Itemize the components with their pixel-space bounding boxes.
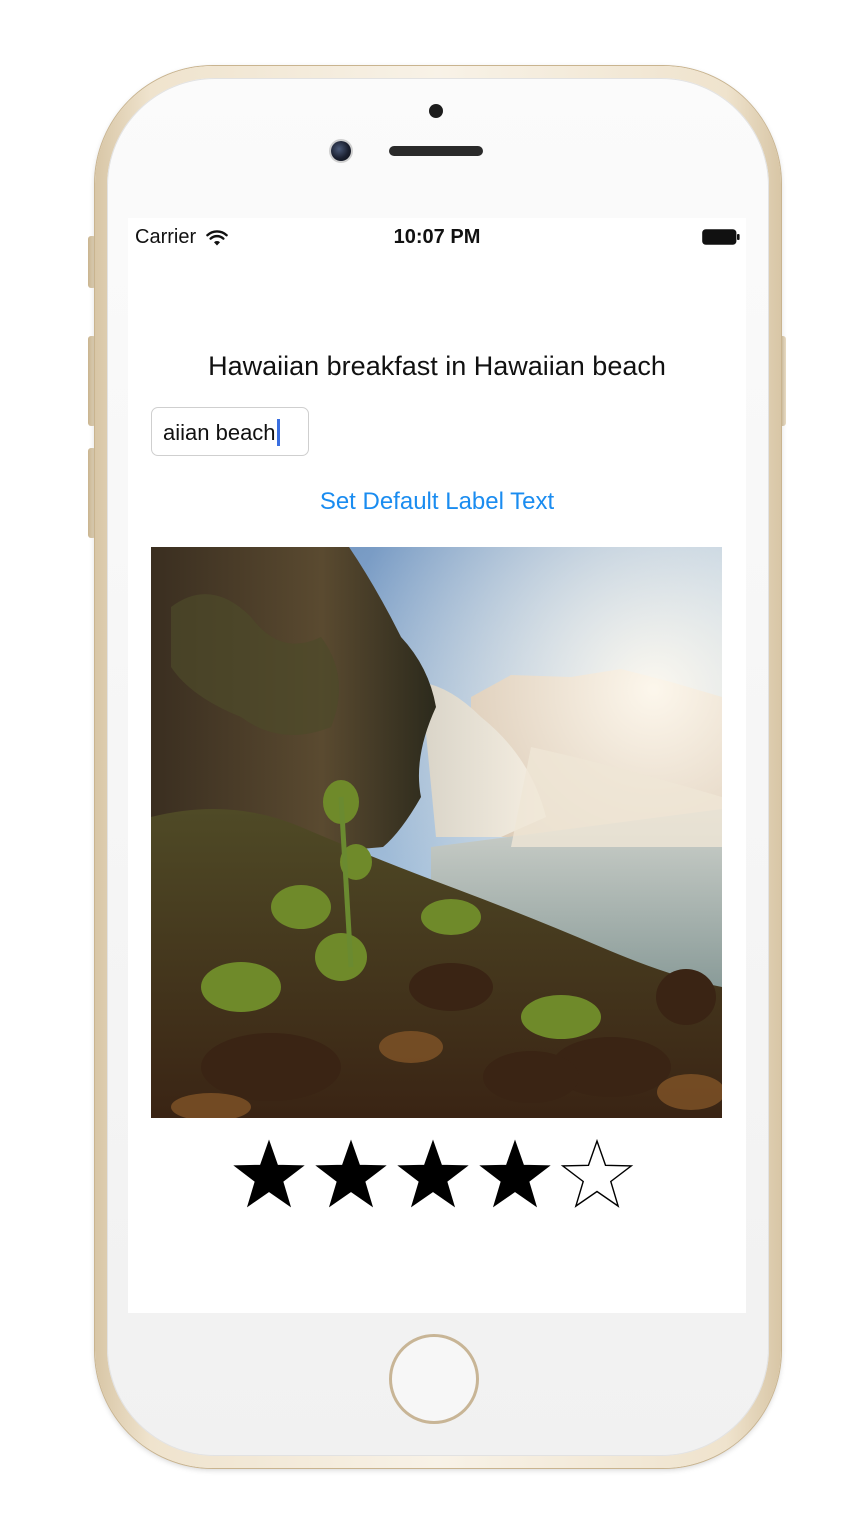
- waterfall-photo: [151, 547, 722, 1118]
- waterfall-photo-image: [151, 547, 722, 1118]
- star-filled-icon[interactable]: [396, 1138, 470, 1212]
- app-screen: Carrier 10:07 PM Hawaiian breakfast in H…: [128, 218, 746, 1313]
- title-label: Hawaiian breakfast in Hawaiian beach: [208, 351, 666, 381]
- star-empty-icon[interactable]: [560, 1138, 634, 1212]
- earpiece-speaker: [389, 146, 483, 156]
- star-rating[interactable]: [232, 1138, 634, 1212]
- star-filled-icon[interactable]: [478, 1138, 552, 1212]
- home-button[interactable]: [389, 1334, 479, 1424]
- text-input-field[interactable]: aiian beach: [151, 407, 309, 456]
- text-caret: [276, 419, 280, 446]
- status-time: 10:07 PM: [393, 226, 481, 248]
- text-input-value: aiian beach: [163, 420, 276, 445]
- set-default-label-button[interactable]: Set Default Label Text: [128, 488, 746, 516]
- star-filled-icon[interactable]: [232, 1138, 306, 1212]
- front-camera: [331, 141, 351, 161]
- star-filled-icon[interactable]: [314, 1138, 388, 1212]
- proximity-sensor: [429, 104, 443, 118]
- device-stage: Carrier 10:07 PM Hawaiian breakfast in H…: [0, 0, 868, 1521]
- battery-icon: [702, 229, 740, 245]
- status-bar: Carrier 10:07 PM: [128, 218, 746, 258]
